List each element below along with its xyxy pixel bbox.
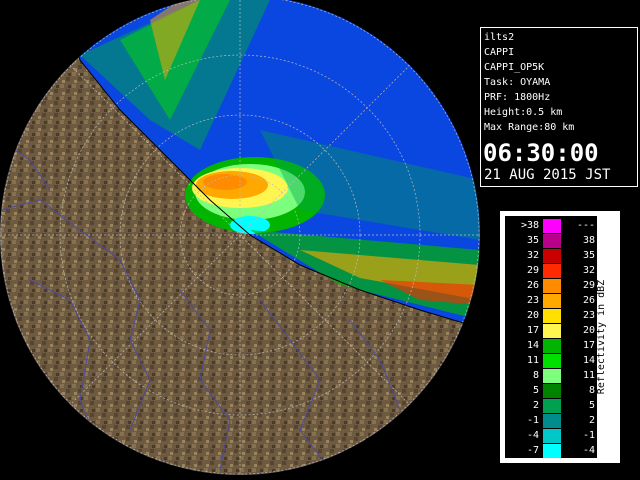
legend-min-value: 35 xyxy=(526,235,539,246)
legend-max-value: 11 xyxy=(582,370,595,381)
legend-scale: >38 --- 35 38 32 35 29 32 26 29 23 26 20 23 17 20 14 17 11… xyxy=(505,216,597,458)
product-code: CAPPI_OP5K xyxy=(484,62,545,73)
legend-max-value: 5 xyxy=(588,400,595,411)
legend-max-value: 23 xyxy=(582,310,595,321)
legend-max-value: 29 xyxy=(582,280,595,291)
legend-swatch xyxy=(543,324,561,338)
legend-min-value: 23 xyxy=(526,295,539,306)
legend-max-value: 8 xyxy=(588,385,595,396)
legend-min-value: -4 xyxy=(526,430,539,441)
legend-min-value: 17 xyxy=(526,325,539,336)
legend-row: 25 xyxy=(505,398,597,414)
time-display: 06:30:00 xyxy=(483,139,599,167)
height-text: Height:0.5 km xyxy=(484,107,563,118)
legend-row: 23 26 xyxy=(505,293,597,309)
legend-swatch xyxy=(543,369,561,383)
legend-swatch xyxy=(543,249,561,263)
legend-row: -4 -1 xyxy=(505,428,597,444)
legend-panel: >38 --- 35 38 32 35 29 32 26 29 23 26 20 23 17 20 14 17 11… xyxy=(498,209,622,465)
legend-row: 58 xyxy=(505,383,597,399)
date-display: 21 AUG 2015 JST xyxy=(484,167,611,183)
legend-max-value: 32 xyxy=(582,265,595,276)
legend-min-value: 32 xyxy=(526,250,539,261)
legend-min-value: 20 xyxy=(526,310,539,321)
legend-swatch xyxy=(543,444,561,458)
legend-min-value: 11 xyxy=(526,355,539,366)
legend-swatch xyxy=(543,414,561,428)
legend-row: 14 17 xyxy=(505,338,597,354)
legend-swatch xyxy=(543,339,561,353)
legend-row: 26 29 xyxy=(505,278,597,294)
legend-max-value: 2 xyxy=(588,415,595,426)
legend-min-value: -1 xyxy=(526,415,539,426)
legend-swatch xyxy=(543,429,561,443)
legend-row: 29 32 xyxy=(505,263,597,279)
legend-max-value: 14 xyxy=(582,355,595,366)
legend-min-value: 29 xyxy=(526,265,539,276)
legend-max-value: 38 xyxy=(582,235,595,246)
legend-row: -1 2 xyxy=(505,413,597,429)
prf-text: PRF: 1800Hz xyxy=(484,92,551,103)
legend-row: 20 23 xyxy=(505,308,597,324)
task-text: Task: OYAMA xyxy=(484,77,551,88)
product-name: CAPPI xyxy=(484,47,515,58)
legend-min-value: 26 xyxy=(526,280,539,291)
legend-max-value: 26 xyxy=(582,295,595,306)
legend-row: 8 11 xyxy=(505,368,597,384)
legend-swatch xyxy=(543,264,561,278)
legend-row: 35 38 xyxy=(505,233,597,249)
legend-min-value: >38 xyxy=(520,220,539,231)
legend-row: 17 20 xyxy=(505,323,597,339)
station-name: ilts2 xyxy=(484,32,515,43)
legend-swatch xyxy=(543,399,561,413)
legend-swatch xyxy=(543,279,561,293)
legend-swatch xyxy=(543,354,561,368)
legend-max-value: 17 xyxy=(582,340,595,351)
legend-min-value: 8 xyxy=(532,370,539,381)
legend-min-value: 2 xyxy=(532,400,539,411)
legend-swatch xyxy=(543,384,561,398)
legend-row: 11 14 xyxy=(505,353,597,369)
legend-max-value: -4 xyxy=(582,445,595,456)
legend-max-value: 35 xyxy=(582,250,595,261)
legend-row: >38 --- xyxy=(505,218,597,234)
legend-swatch xyxy=(543,309,561,323)
legend-row: 32 35 xyxy=(505,248,597,264)
legend-swatch xyxy=(543,294,561,308)
legend-min-value: 14 xyxy=(526,340,539,351)
info-panel: ilts2 CAPPI CAPPI_OP5K Task: OYAMA PRF: … xyxy=(480,27,638,187)
legend-max-value: -1 xyxy=(582,430,595,441)
legend-min-value: 5 xyxy=(532,385,539,396)
legend-title: Reflectivity in dBZ xyxy=(596,279,607,395)
max-range-text: Max Range:80 km xyxy=(484,122,575,133)
legend-max-value: 20 xyxy=(582,325,595,336)
legend-min-value: -7 xyxy=(526,445,539,456)
legend-row: -7 -4 xyxy=(505,443,597,459)
legend-max-value: --- xyxy=(576,220,595,231)
legend-swatch xyxy=(543,234,561,248)
legend-swatch xyxy=(543,219,561,233)
